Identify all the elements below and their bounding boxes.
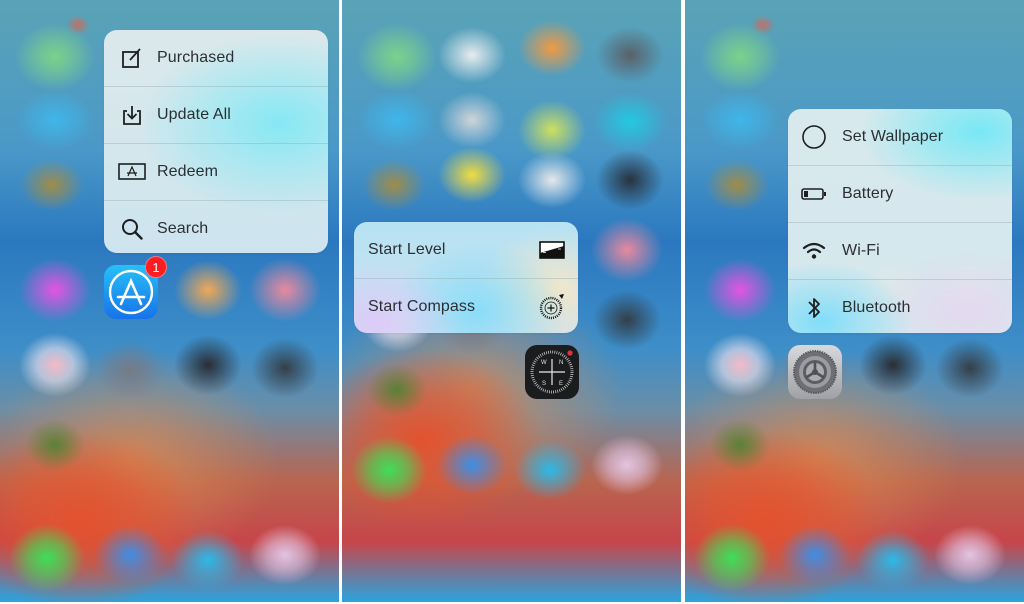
menu-item-update-all[interactable]: Update All [104, 87, 328, 144]
menu-item-wifi[interactable]: Wi-Fi [788, 223, 1012, 280]
menu-item-label: Set Wallpaper [842, 128, 944, 145]
compass-icon [538, 294, 566, 320]
purchased-icon [118, 46, 146, 70]
compass-letter-n: N [559, 360, 563, 366]
menu-item-set-wallpaper[interactable]: Set Wallpaper [788, 109, 1012, 166]
quick-actions-menu-app-store: Purchased Update All Redeem Search [104, 30, 328, 253]
settings-gear-icon[interactable] [788, 345, 842, 399]
menu-item-bluetooth[interactable]: Bluetooth [788, 280, 1012, 333]
compass-dial-glyph: W N S E [530, 350, 574, 394]
menu-item-label: Start Level [368, 241, 446, 258]
menu-item-redeem[interactable]: Redeem [104, 144, 328, 201]
panel-app-store: Purchased Update All Redeem Search 1 [0, 0, 339, 602]
wallpaper-circle-icon [800, 125, 828, 149]
menu-item-label: Battery [842, 185, 894, 202]
menu-item-label: Start Compass [368, 298, 476, 315]
compass-letter-e: E [559, 381, 563, 387]
panel-compass: Start Level Start Compass W N S E [342, 0, 681, 602]
menu-item-search[interactable]: Search [104, 201, 328, 253]
menu-item-start-level[interactable]: Start Level [354, 222, 578, 279]
menu-item-label: Update All [157, 106, 231, 123]
menu-item-label: Bluetooth [842, 299, 911, 316]
level-icon [538, 238, 566, 262]
compass-app-icon[interactable]: W N S E [525, 345, 579, 399]
menu-item-label: Redeem [157, 163, 219, 180]
app-store-icon[interactable]: 1 [104, 256, 167, 319]
compass-letter-w: W [541, 360, 547, 366]
panel-settings: Set Wallpaper Battery Wi-Fi Bluetooth [685, 0, 1024, 602]
redeem-card-icon [118, 160, 146, 184]
panel-divider [681, 0, 684, 604]
menu-item-purchased[interactable]: Purchased [104, 30, 328, 87]
menu-item-start-compass[interactable]: Start Compass [354, 279, 578, 333]
menu-item-label: Purchased [157, 49, 235, 66]
quick-actions-menu-compass: Start Level Start Compass [354, 222, 578, 333]
search-icon [118, 217, 146, 241]
download-icon [118, 103, 146, 127]
battery-icon [800, 182, 828, 206]
menu-item-label: Wi-Fi [842, 242, 880, 259]
compass-letter-s: S [542, 381, 546, 387]
menu-item-label: Search [157, 220, 209, 237]
gear-glyph [793, 350, 837, 394]
menu-item-battery[interactable]: Battery [788, 166, 1012, 223]
bluetooth-icon [800, 296, 828, 320]
quick-actions-menu-settings: Set Wallpaper Battery Wi-Fi Bluetooth [788, 109, 1012, 333]
notification-badge: 1 [145, 256, 167, 278]
wifi-icon [800, 239, 828, 263]
